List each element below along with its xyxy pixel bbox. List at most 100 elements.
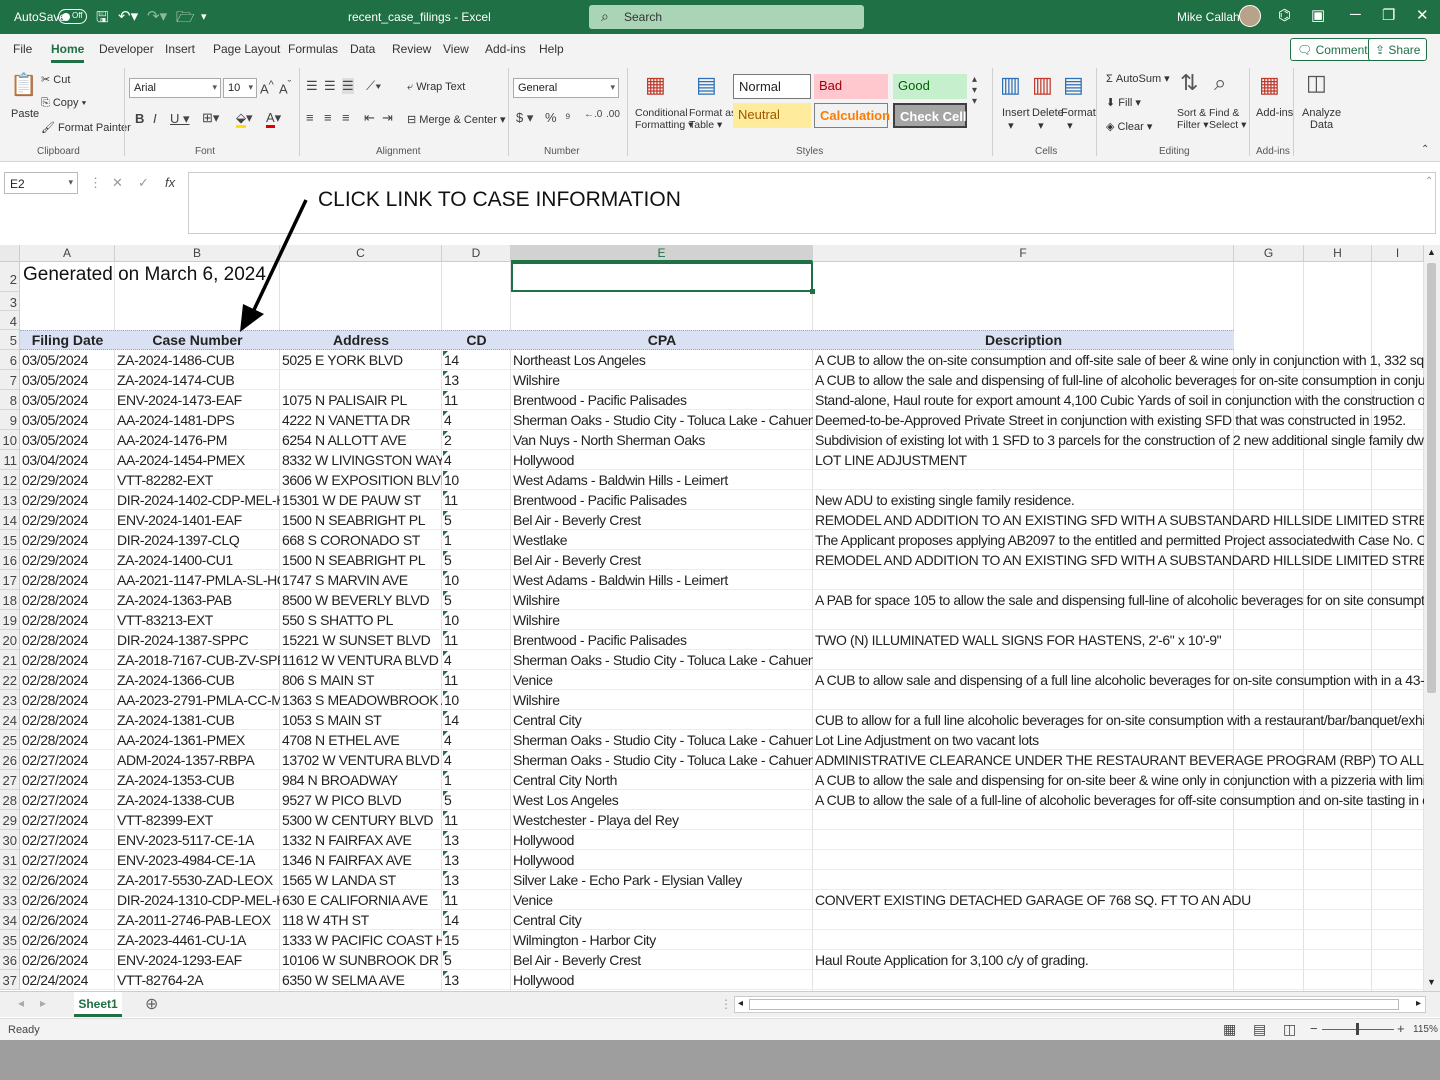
undo-icon[interactable]: ↶▾ [118, 7, 138, 25]
column-header-g[interactable]: G [1234, 245, 1304, 262]
save-icon[interactable]: 🖫 [96, 7, 109, 32]
grow-font-icon[interactable]: A^ [260, 79, 274, 96]
zoom-out-icon[interactable]: − [1310, 1021, 1318, 1036]
style-calculation[interactable]: Calculation [814, 103, 890, 128]
conditional-formatting-icon[interactable]: ▦ [645, 72, 666, 98]
case-cell[interactable]: ZA-2024-1474-CUB [115, 370, 280, 390]
case-cell[interactable]: ZA-2011-2746-PAB-LEOX [115, 910, 280, 930]
row-header-31[interactable]: 31 [0, 850, 20, 870]
decrease-decimal-icon[interactable]: .00 [606, 109, 620, 120]
case-cell[interactable]: ZA-2024-1338-CUB [115, 790, 280, 810]
add-ins-icon[interactable]: ▦ [1259, 72, 1280, 98]
redo-icon[interactable]: ↷▾ [147, 7, 167, 25]
case-cell[interactable]: ZA-2023-4461-CU-1A [115, 930, 280, 950]
worksheet-grid[interactable]: ABCDEFGHI 2 3 4 5 6 7 8 9 10 11 12 13 14 15 16 17 18 19 20… [0, 245, 1424, 991]
increase-indent-icon[interactable]: ⇥ [382, 110, 393, 126]
selected-cell-e2[interactable] [511, 262, 815, 294]
restore-icon[interactable]: ❐ [1382, 6, 1395, 24]
fill-button[interactable]: ⬇ Fill ▾ [1106, 96, 1141, 109]
header-filing-date[interactable]: Filing Date [20, 330, 115, 350]
bottom-align-icon[interactable]: ☰ [342, 78, 354, 94]
find-select-button[interactable]: Find & Select ▾ [1209, 107, 1246, 131]
zoom-level[interactable]: 115% [1413, 1024, 1438, 1035]
zoom-slider-thumb[interactable] [1356, 1023, 1359, 1035]
row-header-21[interactable]: 21 [0, 650, 20, 670]
paste-button[interactable]: Paste [11, 108, 39, 120]
case-cell[interactable]: ZA-2024-1381-CUB [115, 710, 280, 730]
column-header-f[interactable]: F [813, 245, 1234, 262]
column-header-h[interactable]: H [1304, 245, 1372, 262]
analyze-data-button[interactable]: Analyze Data [1302, 107, 1341, 131]
tab-file[interactable]: File [13, 42, 32, 56]
row-header-5[interactable]: 5 [0, 330, 20, 350]
row-header-14[interactable]: 14 [0, 510, 20, 530]
style-good[interactable]: Good [893, 74, 967, 99]
row-header-8[interactable]: 8 [0, 390, 20, 410]
format-cells-icon[interactable]: ▤ [1063, 72, 1084, 98]
row-header-24[interactable]: 24 [0, 710, 20, 730]
row-header-10[interactable]: 10 [0, 430, 20, 450]
close-icon[interactable]: ✕ [1416, 6, 1429, 24]
font-name-select[interactable]: Arial [129, 78, 221, 98]
share-button[interactable]: ⇪ Share [1368, 38, 1428, 61]
case-cell[interactable]: VTT-83213-EXT [115, 610, 280, 630]
row-header-28[interactable]: 28 [0, 790, 20, 810]
style-normal[interactable]: Normal [733, 74, 811, 99]
format-as-table-button[interactable]: Format as Table ▾ [689, 107, 736, 131]
name-box[interactable]: E2 [4, 172, 78, 194]
vertical-scrollbar[interactable]: ▲ ▼ [1424, 245, 1440, 991]
next-sheet-icon[interactable]: ▸ [40, 996, 46, 1010]
merge-center-button[interactable]: ⊟ Merge & Center ▾ [407, 113, 506, 126]
tab-data[interactable]: Data [350, 42, 375, 56]
case-cell[interactable]: ENV-2023-4984-CE-1A [115, 850, 280, 870]
tab-developer[interactable]: Developer [99, 42, 154, 56]
case-cell[interactable]: ZA-2024-1353-CUB [115, 770, 280, 790]
style-check-cell[interactable]: Check Cell [893, 103, 967, 128]
zoom-in-icon[interactable]: + [1397, 1021, 1405, 1036]
tab-splitter-icon[interactable]: ⋮ [720, 997, 732, 1011]
tab-review[interactable]: Review [392, 42, 431, 56]
increase-decimal-icon[interactable]: ←.0 [584, 109, 602, 120]
conditional-formatting-button[interactable]: Conditional Formatting ▾ [635, 107, 693, 131]
row-header-15[interactable]: 15 [0, 530, 20, 550]
comma-icon[interactable]: ⁹ [565, 110, 571, 125]
case-cell[interactable]: VTT-82399-EXT [115, 810, 280, 830]
align-right-icon[interactable]: ≡ [342, 110, 350, 125]
autosave-toggle[interactable]: Off [58, 9, 87, 24]
insert-cells-icon[interactable]: ▥ [1000, 72, 1021, 98]
column-header-i[interactable]: I [1372, 245, 1424, 262]
case-cell[interactable]: VTT-82282-EXT [115, 470, 280, 490]
row-header-30[interactable]: 30 [0, 830, 20, 850]
case-cell[interactable]: ZA-2024-1363-PAB [115, 590, 280, 610]
case-cell[interactable]: ENV-2024-1473-EAF [115, 390, 280, 410]
sort-filter-icon[interactable]: ⇅ [1180, 70, 1198, 96]
case-cell[interactable]: ENV-2023-5117-CE-1A [115, 830, 280, 850]
font-color-icon[interactable]: A▾ [266, 110, 281, 128]
case-cell[interactable]: AA-2024-1481-DPS [115, 410, 280, 430]
find-select-icon[interactable]: ⌕ [1214, 70, 1226, 96]
autosum-button[interactable]: Σ AutoSum ▾ [1106, 72, 1170, 85]
analyze-data-icon[interactable]: ◫ [1306, 70, 1327, 96]
horizontal-scrollbar[interactable]: ◂ ▸ [734, 996, 1426, 1013]
row-header-32[interactable]: 32 [0, 870, 20, 890]
style-neutral[interactable]: Neutral [733, 103, 811, 128]
page-break-view-icon[interactable]: ◫ [1283, 1021, 1296, 1038]
case-cell[interactable]: DIR-2024-1402-CDP-MEL-HCA [115, 490, 280, 510]
search-box[interactable]: ⌕ Search [589, 5, 864, 29]
sheet-tab-sheet1[interactable]: Sheet1 [74, 992, 122, 1017]
clear-button[interactable]: ◈ Clear ▾ [1106, 120, 1152, 133]
case-cell[interactable]: ADM-2024-1357-RBPA [115, 750, 280, 770]
row-header-7[interactable]: 7 [0, 370, 20, 390]
row-header-12[interactable]: 12 [0, 470, 20, 490]
customize-toolbar-icon[interactable]: ▾ [201, 10, 207, 23]
column-header-a[interactable]: A [20, 245, 115, 262]
tab-add-ins[interactable]: Add-ins [485, 42, 526, 56]
sort-filter-button[interactable]: Sort & Filter ▾ [1177, 107, 1209, 131]
case-cell[interactable]: AA-2024-1476-PM [115, 430, 280, 450]
format-as-table-icon[interactable]: ▤ [696, 72, 717, 98]
coauthor-icon[interactable]: ⌬ [1278, 6, 1291, 24]
tab-view[interactable]: View [443, 42, 469, 56]
borders-icon[interactable]: ⊞▾ [202, 110, 219, 126]
case-cell[interactable]: ENV-2024-1401-EAF [115, 510, 280, 530]
collapse-ribbon-icon[interactable]: ⌃ [1421, 144, 1429, 155]
